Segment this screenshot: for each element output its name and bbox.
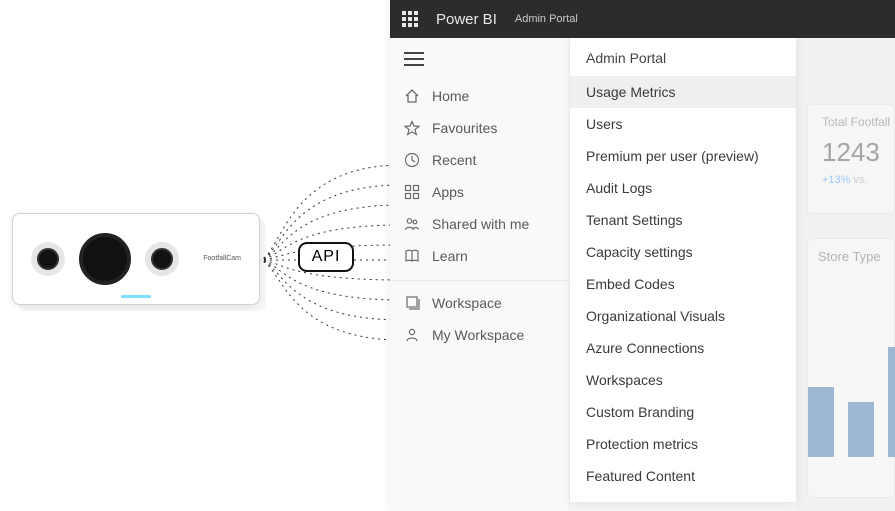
nav-learn[interactable]: Learn (390, 240, 569, 272)
nav-my-workspace[interactable]: My Workspace (390, 319, 569, 351)
nav-workspace[interactable]: Workspace (390, 280, 569, 319)
app-launcher-icon[interactable] (402, 11, 418, 27)
dashboard-dim-overlay (796, 38, 895, 511)
nav-label: Shared with me (432, 216, 529, 232)
admin-item-users[interactable]: Users (570, 108, 796, 140)
integration-diagram: FootfallCam API (0, 0, 390, 511)
admin-item-org-visuals[interactable]: Organizational Visuals (570, 300, 796, 332)
clock-icon (404, 152, 420, 168)
powerbi-window: Power BI Admin Portal Total Footfall 124… (390, 0, 895, 511)
section-title: Admin Portal (515, 13, 578, 25)
admin-item-protection-metrics[interactable]: Protection metrics (570, 428, 796, 460)
nav-label: Apps (432, 184, 464, 200)
admin-panel-header: Admin Portal (570, 38, 796, 76)
admin-item-custom-branding[interactable]: Custom Branding (570, 396, 796, 428)
api-badge: API (298, 242, 354, 272)
nav-shared[interactable]: Shared with me (390, 208, 569, 240)
nav-label: Favourites (432, 120, 497, 136)
admin-item-workspaces[interactable]: Workspaces (570, 364, 796, 396)
nav-label: Recent (432, 152, 476, 168)
device-lens-left (31, 242, 65, 276)
admin-item-capacity-settings[interactable]: Capacity settings (570, 236, 796, 268)
nav-recent[interactable]: Recent (390, 144, 569, 176)
device-led (121, 295, 151, 298)
device-lens-center (79, 233, 131, 285)
admin-item-premium-per-user[interactable]: Premium per user (preview) (570, 140, 796, 172)
people-icon (404, 216, 420, 232)
device-lens-right (145, 242, 179, 276)
person-icon (404, 327, 420, 343)
apps-icon (404, 184, 420, 200)
home-icon (404, 88, 420, 104)
nav-home[interactable]: Home (390, 80, 569, 112)
admin-item-usage-metrics[interactable]: Usage Metrics (570, 76, 796, 108)
nav-label: Home (432, 88, 469, 104)
admin-item-featured-content[interactable]: Featured Content (570, 460, 796, 492)
layers-icon (404, 295, 420, 311)
app-title: Power BI (436, 11, 497, 28)
nav-label: My Workspace (432, 327, 524, 343)
nav-apps[interactable]: Apps (390, 176, 569, 208)
star-icon (404, 120, 420, 136)
main-nav: Home Favourites Recent Apps Shared with … (390, 38, 570, 511)
admin-item-audit-logs[interactable]: Audit Logs (570, 172, 796, 204)
admin-item-tenant-settings[interactable]: Tenant Settings (570, 204, 796, 236)
powerbi-header: Power BI Admin Portal (390, 0, 895, 38)
admin-item-embed-codes[interactable]: Embed Codes (570, 268, 796, 300)
book-icon (404, 248, 420, 264)
nav-label: Workspace (432, 295, 502, 311)
footfallcam-device: FootfallCam (12, 213, 260, 305)
admin-portal-panel: Admin Portal Usage Metrics Users Premium… (570, 38, 796, 502)
nav-label: Learn (432, 248, 468, 264)
device-brand-label: FootfallCam (203, 255, 241, 263)
nav-favourites[interactable]: Favourites (390, 112, 569, 144)
admin-item-azure-connections[interactable]: Azure Connections (570, 332, 796, 364)
hamburger-icon[interactable] (390, 44, 569, 80)
